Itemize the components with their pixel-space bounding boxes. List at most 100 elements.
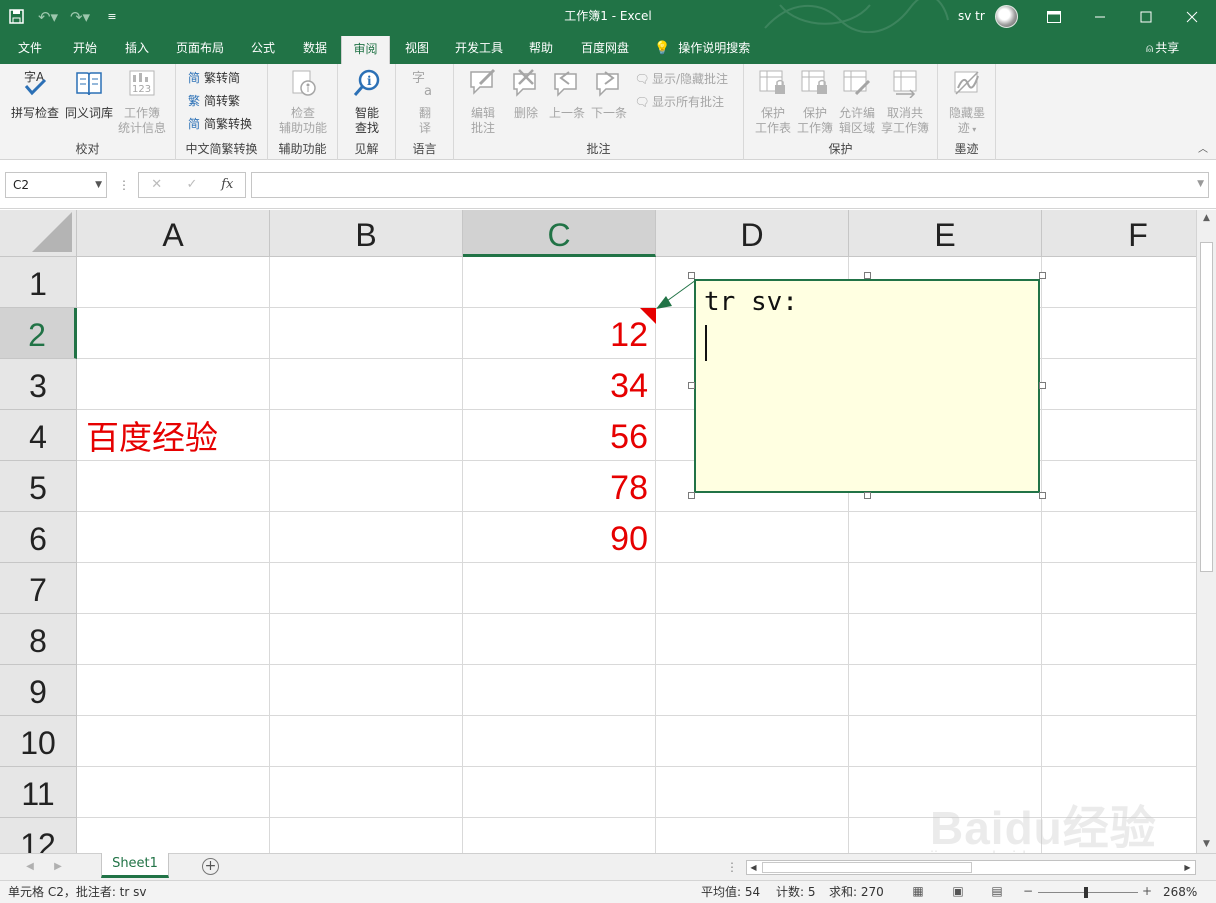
show-all-comments-button[interactable]: 🗨 显示所有批注 [634, 92, 724, 112]
name-box-dropdown-icon[interactable]: ▼ [95, 173, 102, 197]
comment-box[interactable]: tr sv: [694, 279, 1040, 493]
cell-c5[interactable]: 78 [463, 461, 656, 512]
row-header-11[interactable]: 11 [0, 767, 77, 818]
resize-handle-top[interactable] [864, 272, 871, 279]
tab-review[interactable]: 审阅 [341, 36, 390, 64]
scroll-up-icon[interactable]: ▲ [1197, 210, 1216, 227]
collapse-ribbon-icon[interactable]: ︿ [1196, 144, 1210, 156]
protect-sheet-button[interactable]: 保护 工作表 [752, 68, 794, 136]
column-header-e[interactable]: E [849, 210, 1042, 257]
resize-handle-right[interactable] [1039, 382, 1046, 389]
row-header-2[interactable]: 2 [0, 308, 77, 359]
edit-comment-button[interactable]: 编辑 批注 [462, 68, 504, 136]
undo-icon[interactable]: ↶▾ [32, 0, 64, 33]
horizontal-scrollbar[interactable]: ◀ ▶ [746, 860, 1196, 875]
customize-icon[interactable]: ≡ [96, 0, 128, 33]
tab-insert[interactable]: 插入 [114, 33, 160, 64]
hscroll-splitter-icon[interactable]: ⋮ [726, 854, 738, 880]
chinese-conversion-button[interactable]: 简简繁转换 [186, 114, 252, 134]
previous-comment-button[interactable]: 上一条 [546, 68, 588, 121]
tell-me-search[interactable]: 💡 操作说明搜索 [654, 33, 774, 64]
row-header-9[interactable]: 9 [0, 665, 77, 716]
resize-handle-bottom-right[interactable] [1039, 492, 1046, 499]
share-button[interactable]: ⍝ 共享 [1146, 33, 1198, 64]
resize-handle-left[interactable] [688, 382, 695, 389]
cell-a4[interactable]: 百度经验 [78, 410, 378, 461]
name-box[interactable]: C2 ▼ [5, 172, 107, 198]
allow-edit-ranges-button[interactable]: 允许编 辑区域 [836, 68, 878, 136]
status-count[interactable]: 计数: 5 [776, 881, 816, 903]
column-header-d[interactable]: D [656, 210, 849, 257]
sheet-tab-sheet1[interactable]: Sheet1 [101, 853, 169, 878]
status-average[interactable]: 平均值: 54 [701, 881, 760, 903]
column-header-a[interactable]: A [77, 210, 270, 257]
formula-input[interactable]: ▼ [251, 172, 1209, 198]
translate-button[interactable]: 字a 翻 译 [404, 68, 446, 136]
workbook-statistics-button[interactable]: 123 工作簿 统计信息 [114, 68, 170, 136]
tab-home[interactable]: 开始 [62, 33, 108, 64]
tab-developer[interactable]: 开发工具 [447, 33, 511, 64]
tab-page-layout[interactable]: 页面布局 [168, 33, 232, 64]
enter-entry-icon[interactable]: ✓ [174, 173, 209, 197]
status-sum[interactable]: 求和: 270 [829, 881, 884, 903]
zoom-in-icon[interactable]: + [1139, 884, 1155, 899]
cancel-entry-icon[interactable]: ✕ [139, 173, 174, 197]
resize-handle-bottom-left[interactable] [688, 492, 695, 499]
show-hide-comment-button[interactable]: 🗨 显示/隐藏批注 [634, 69, 728, 89]
resize-handle-bottom[interactable] [864, 492, 871, 499]
zoom-slider[interactable] [1038, 887, 1138, 898]
row-header-8[interactable]: 8 [0, 614, 77, 665]
page-break-view-icon[interactable]: ▤ [989, 884, 1005, 899]
close-icon[interactable] [1169, 0, 1215, 33]
redo-icon[interactable]: ↷▾ [64, 0, 96, 33]
column-header-f[interactable]: F [1042, 210, 1196, 257]
row-header-12[interactable]: 12 [0, 818, 77, 853]
row-header-3[interactable]: 3 [0, 359, 77, 410]
scroll-right-icon[interactable]: ▶ [1181, 861, 1194, 874]
tab-baidu-netdisk[interactable]: 百度网盘 [572, 33, 638, 64]
column-header-c[interactable]: C [463, 210, 656, 257]
save-icon[interactable] [0, 0, 32, 33]
tab-file[interactable]: 文件 [8, 33, 52, 64]
avatar[interactable] [995, 5, 1018, 28]
prev-sheet-icon[interactable]: ◀ [20, 854, 40, 880]
scroll-down-icon[interactable]: ▼ [1197, 836, 1216, 853]
normal-view-icon[interactable]: ▦ [910, 884, 926, 899]
row-header-4[interactable]: 4 [0, 410, 77, 461]
thesaurus-button[interactable]: 同义词库 [62, 68, 116, 121]
tab-view[interactable]: 视图 [394, 33, 440, 64]
resize-handle-top-right[interactable] [1039, 272, 1046, 279]
vertical-scroll-thumb[interactable] [1200, 242, 1213, 572]
zoom-out-icon[interactable]: − [1020, 884, 1036, 899]
smart-lookup-button[interactable]: i 智能 查找 [344, 68, 390, 136]
unshare-workbook-button[interactable]: 取消共 享工作簿 [878, 68, 932, 136]
spelling-button[interactable]: 字A 拼写检查 [8, 68, 62, 121]
cell-c2[interactable]: 12 [463, 308, 656, 359]
ribbon-display-icon[interactable] [1031, 0, 1077, 33]
simp-to-trad-button[interactable]: 繁简转繁 [186, 91, 240, 111]
next-comment-button[interactable]: 下一条 [588, 68, 630, 121]
horizontal-scroll-thumb[interactable] [762, 862, 972, 873]
trad-to-simp-button[interactable]: 简繁转简 [186, 68, 240, 88]
tab-formulas[interactable]: 公式 [240, 33, 286, 64]
cell-c6[interactable]: 90 [463, 512, 656, 563]
formula-bar-splitter-icon[interactable]: ⋮ [118, 172, 130, 198]
scroll-left-icon[interactable]: ◀ [747, 861, 760, 874]
maximize-icon[interactable] [1123, 0, 1169, 33]
add-sheet-icon[interactable]: + [202, 858, 219, 875]
expand-formula-bar-icon[interactable]: ▼ [1197, 179, 1204, 189]
comment-author-text[interactable]: tr sv: [704, 287, 798, 317]
row-header-5[interactable]: 5 [0, 461, 77, 512]
row-header-10[interactable]: 10 [0, 716, 77, 767]
check-accessibility-button[interactable]: 检查 辅助功能 [274, 68, 332, 136]
next-sheet-icon[interactable]: ▶ [48, 854, 68, 880]
zoom-level[interactable]: 268% [1163, 881, 1197, 903]
hide-ink-button[interactable]: 隐藏墨 迹 ▾ [944, 68, 990, 137]
tab-help[interactable]: 帮助 [518, 33, 564, 64]
insert-function-icon[interactable]: fx [210, 173, 245, 197]
vertical-scrollbar[interactable]: ▲ ▼ [1196, 210, 1216, 853]
resize-handle-top-left[interactable] [688, 272, 695, 279]
cell-c3[interactable]: 34 [463, 359, 656, 410]
tab-data[interactable]: 数据 [292, 33, 338, 64]
row-header-6[interactable]: 6 [0, 512, 77, 563]
